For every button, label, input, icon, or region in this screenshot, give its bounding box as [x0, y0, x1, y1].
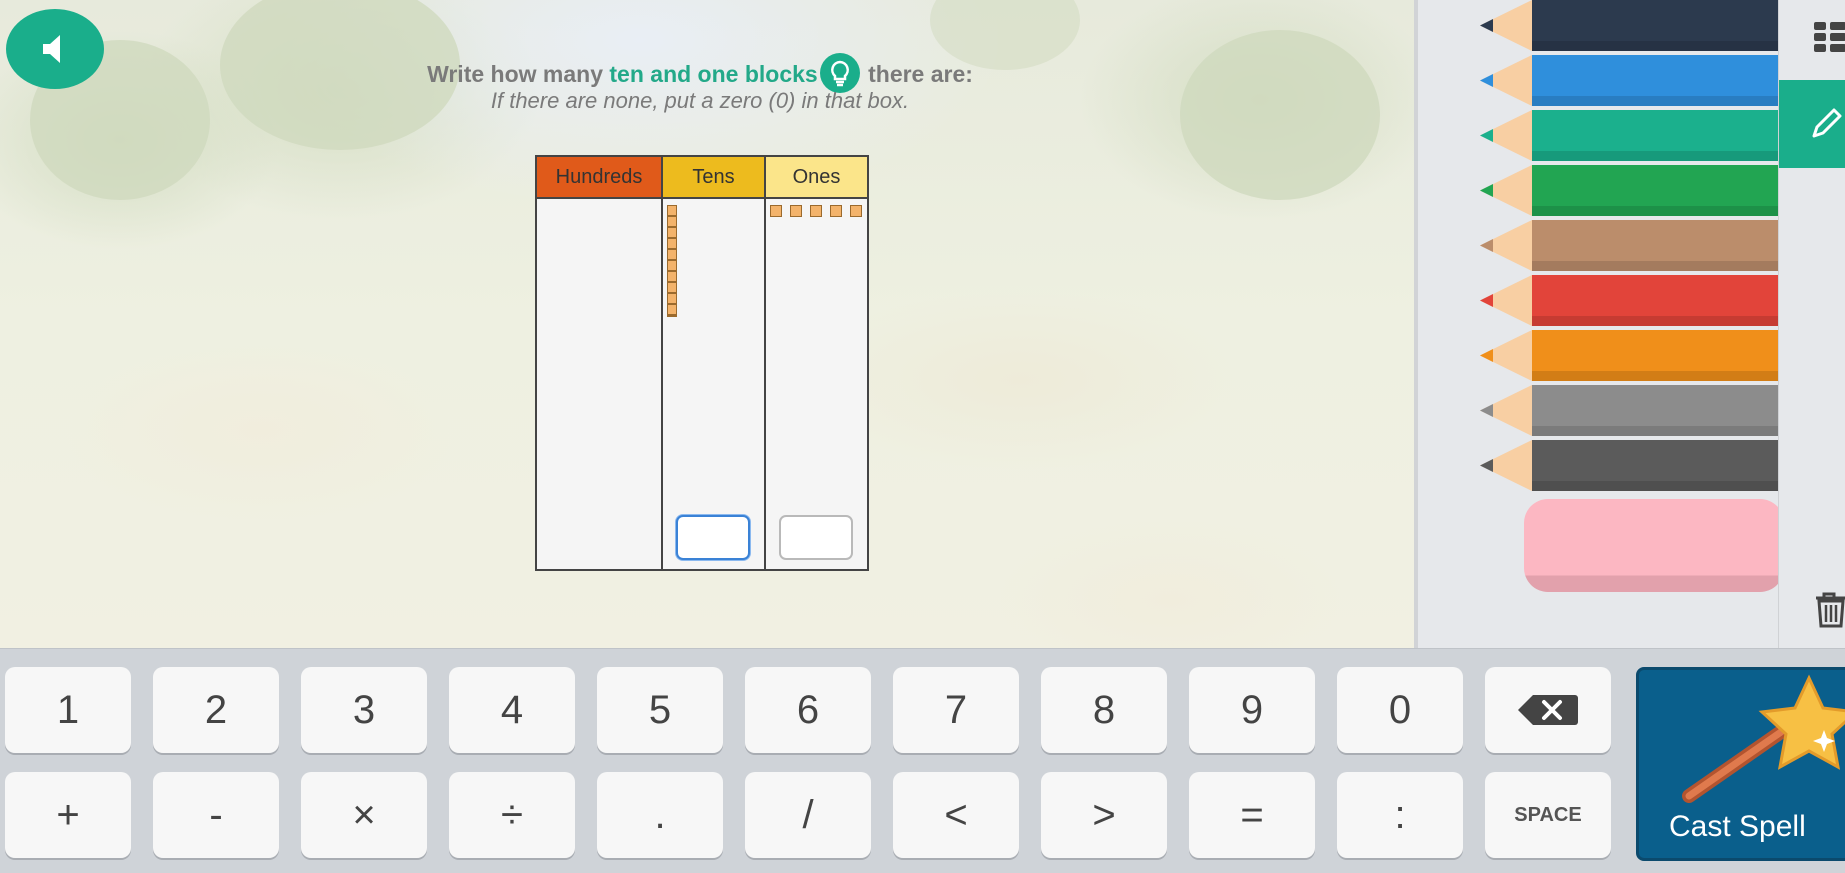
ones-header: Ones	[766, 157, 867, 199]
pencil-body	[1532, 55, 1778, 106]
key-9[interactable]: 9	[1189, 667, 1315, 753]
key-1[interactable]: 1	[5, 667, 131, 753]
game-scene: Write how many ten and one blocks there …	[0, 0, 1418, 648]
magic-wand-icon	[1682, 674, 1845, 803]
pencil-gray[interactable]	[1480, 385, 1778, 436]
one-block	[850, 205, 862, 217]
key-symbol-6[interactable]: <	[893, 772, 1019, 858]
one-block	[810, 205, 822, 217]
tens-answer-input[interactable]	[676, 515, 750, 560]
backspace-icon	[1518, 695, 1578, 725]
clear-button[interactable]	[1779, 584, 1845, 634]
ten-block	[667, 205, 677, 317]
pencil-lead	[1480, 74, 1493, 87]
key-symbol-8[interactable]: =	[1189, 772, 1315, 858]
prompt-text-start: Write how many	[427, 61, 610, 88]
ones-answer-input[interactable]	[779, 515, 853, 560]
pencil-lead	[1480, 129, 1493, 142]
key-symbol-5[interactable]: /	[745, 772, 871, 858]
lightbulb-icon	[830, 60, 849, 87]
pencil-green[interactable]	[1480, 165, 1778, 216]
pencil-teal[interactable]	[1480, 110, 1778, 161]
key-6[interactable]: 6	[745, 667, 871, 753]
tens-header: Tens	[663, 157, 764, 199]
key-8[interactable]: 8	[1041, 667, 1167, 753]
key-4[interactable]: 4	[449, 667, 575, 753]
speaker-icon	[43, 35, 60, 63]
cast-spell-label: Cast Spell	[1669, 810, 1806, 843]
prompt-text-end: there are:	[861, 61, 973, 88]
pencil-tan[interactable]	[1480, 220, 1778, 271]
key-0[interactable]: 0	[1337, 667, 1463, 753]
key-symbol-7[interactable]: >	[1041, 772, 1167, 858]
pencil-lead	[1480, 459, 1493, 472]
prompt-highlight[interactable]: ten and one blocks	[609, 61, 817, 87]
key-7[interactable]: 7	[893, 667, 1019, 753]
pencil-body	[1532, 0, 1778, 51]
pencil-body	[1532, 440, 1778, 491]
key-5[interactable]: 5	[597, 667, 723, 753]
one-block	[770, 205, 782, 217]
pencil-body	[1532, 110, 1778, 161]
on-screen-keyboard: 1 2 3 4 5 6 7 8 9 0 + - × ÷. / < > =: SPACE Cast Spell	[0, 648, 1845, 873]
place-value-table: Hundreds Tens Ones	[535, 155, 869, 571]
key-symbol-3[interactable]: ÷	[449, 772, 575, 858]
pencil-body	[1532, 330, 1778, 381]
pencil-red[interactable]	[1480, 275, 1778, 326]
key-symbol-0[interactable]: +	[5, 772, 131, 858]
pencil-icon	[1812, 108, 1842, 138]
menu-button[interactable]	[1779, 12, 1845, 62]
hundreds-column: Hundreds	[537, 157, 663, 569]
pencil-blue[interactable]	[1480, 55, 1778, 106]
hundreds-header: Hundreds	[537, 157, 661, 199]
one-block	[790, 205, 802, 217]
pencil-lead	[1480, 294, 1493, 307]
tens-column: Tens	[663, 157, 766, 569]
pencil-lead	[1480, 184, 1493, 197]
prompt-instruction: If there are none, put a zero (0) in tha…	[490, 88, 910, 113]
key-symbol-4[interactable]: .	[597, 772, 723, 858]
drawing-panel	[1418, 0, 1778, 648]
pencil-body	[1532, 165, 1778, 216]
pencil-tool-button[interactable]	[1779, 80, 1845, 168]
ones-blocks	[770, 205, 862, 217]
pencil-lead	[1480, 349, 1493, 362]
pencil-navy[interactable]	[1480, 0, 1778, 51]
pencil-dark-gray[interactable]	[1480, 440, 1778, 491]
ones-column: Ones	[766, 157, 867, 569]
key-symbol-1[interactable]: -	[153, 772, 279, 858]
key-symbol-9[interactable]: :	[1337, 772, 1463, 858]
pencil-lead	[1480, 19, 1493, 32]
space-key[interactable]: SPACE	[1485, 772, 1611, 858]
pencil-lead	[1480, 239, 1493, 252]
sound-button[interactable]	[6, 9, 104, 89]
pencil-body	[1532, 220, 1778, 271]
pencil-lead	[1480, 404, 1493, 417]
one-block	[830, 205, 842, 217]
key-2[interactable]: 2	[153, 667, 279, 753]
trash-icon	[1816, 592, 1845, 628]
grid-icon	[1814, 22, 1845, 52]
eraser[interactable]	[1524, 499, 1778, 592]
key-3[interactable]: 3	[301, 667, 427, 753]
tool-strip	[1778, 0, 1845, 648]
backspace-key[interactable]	[1485, 667, 1611, 753]
pencil-orange[interactable]	[1480, 330, 1778, 381]
pencil-body	[1532, 385, 1778, 436]
key-symbol-2[interactable]: ×	[301, 772, 427, 858]
cast-spell-button[interactable]: Cast Spell	[1636, 667, 1845, 861]
hint-button[interactable]	[819, 53, 860, 93]
pencil-body	[1532, 275, 1778, 326]
